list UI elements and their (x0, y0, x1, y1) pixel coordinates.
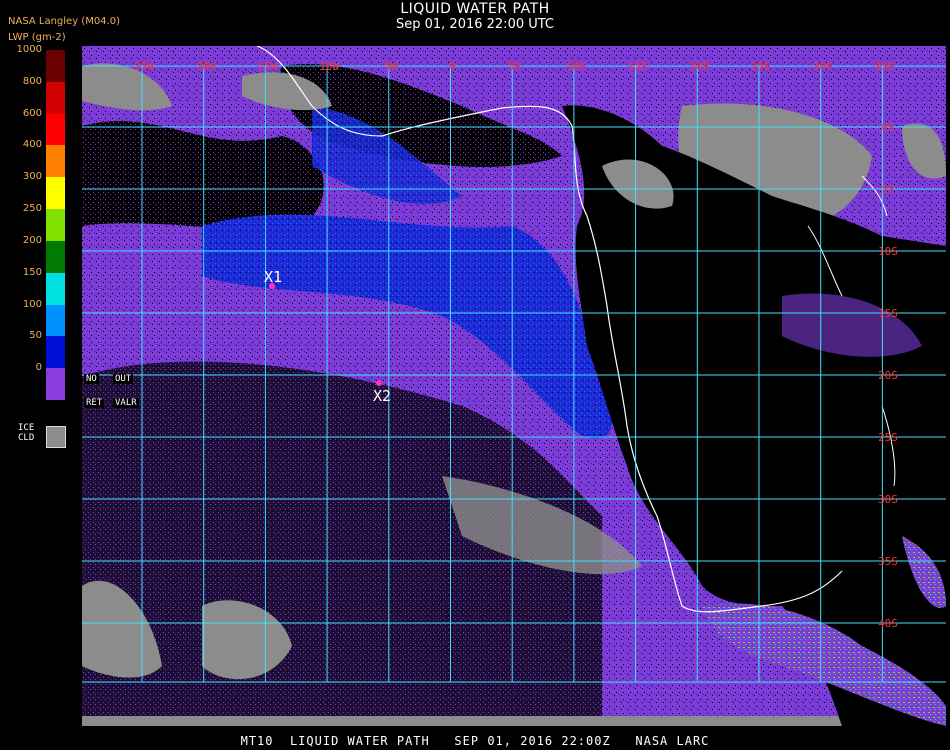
marker-dot (376, 380, 382, 386)
latitude-label: 35S (878, 555, 898, 568)
legend-tick-label: 400 (22, 139, 42, 151)
legend-tick-label: 100 (22, 298, 42, 310)
longitude-label: 25E (751, 60, 771, 73)
legend-swatch (46, 336, 65, 369)
ice-label-line2: CLD (18, 433, 35, 443)
latitude-label: 30S (878, 493, 898, 506)
units-label: LWP (gm-2) (8, 32, 66, 43)
footer-caption: MT10 LIQUID WATER PATH SEP 01, 2016 22:0… (240, 734, 710, 748)
satellite-map: 25W 20W 15W 10W 5W 0 5E 10E 15E 20E 25E 30E 35E 0S 5S… (82, 46, 946, 726)
legend-tick-label: 150 (22, 266, 42, 278)
legend-tick-label: 250 (22, 203, 42, 215)
legend-tick-label: 50 (29, 330, 42, 342)
longitude-label: 25W (134, 60, 154, 73)
legend-swatch (46, 272, 65, 306)
ice-cloud-label: ICE CLD (18, 423, 34, 443)
longitude-label: 20E (689, 60, 709, 73)
latitude-label: 25S (878, 431, 898, 444)
marker-label: X1 (264, 268, 282, 286)
legend-swatch (46, 368, 65, 401)
agency-label: NASA Langley (M04.0) (8, 16, 120, 27)
longitude-label: 35E (874, 60, 894, 73)
color-legend (46, 50, 65, 401)
no-retrieval-label: NO (84, 374, 99, 384)
ice-cloud-region (82, 716, 946, 726)
legend-tick-label: 200 (22, 234, 42, 246)
ret-label: RET (84, 398, 105, 408)
latitude-label: 10S (878, 245, 898, 258)
longitude-label: 5W (384, 60, 398, 73)
legend-swatch (46, 177, 65, 210)
latitude-label: 5S (881, 183, 894, 196)
latitude-label: 0S (881, 121, 894, 134)
valr-label: VALR (113, 398, 139, 408)
latitude-label: 20S (878, 369, 898, 382)
legend-tick-label: 0 (35, 362, 42, 374)
longitude-label: 0 (449, 60, 456, 73)
ice-cloud-swatch (46, 426, 66, 448)
longitude-label: 30E (813, 60, 833, 73)
legend-tick-label: 300 (22, 171, 42, 183)
latitude-label: 40S (878, 617, 898, 630)
legend-tick-label: 600 (22, 107, 42, 119)
out-label: OUT (113, 374, 134, 384)
map-canvas: 25W 20W 15W 10W 5W 0 5E 10E 15E 20E 25E 30E 35E 0S 5S… (82, 46, 946, 726)
longitude-label: 10E (566, 60, 586, 73)
longitude-label: 15W (257, 60, 277, 73)
legend-swatch (46, 240, 65, 274)
longitude-label: 5E (508, 60, 521, 73)
ice-label-line1: ICE (18, 423, 35, 433)
legend-swatch (46, 50, 65, 83)
longitude-label: 10W (319, 60, 339, 73)
legend-swatch (46, 304, 65, 337)
legend-swatch (46, 113, 65, 146)
map-subtitle: Sep 01, 2016 22:00 UTC (395, 17, 555, 32)
longitude-label: 15E (628, 60, 648, 73)
legend-swatch (46, 209, 65, 242)
legend-swatch (46, 81, 65, 115)
legend-tick-label: 800 (22, 75, 42, 87)
map-title: LIQUID WATER PATH (400, 1, 550, 17)
legend-tick-label: 1000 (16, 44, 42, 55)
longitude-label: 20W (196, 60, 216, 73)
legend-swatch (46, 145, 65, 178)
latitude-label: 15S (878, 307, 898, 320)
marker-label: X2 (373, 387, 391, 405)
